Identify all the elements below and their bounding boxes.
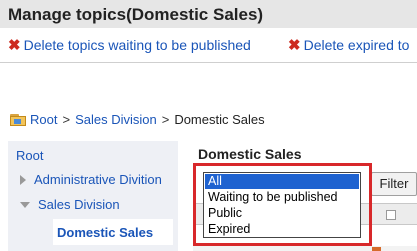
expand-arrow-icon[interactable] <box>20 174 26 185</box>
breadcrumb-separator: > <box>161 112 170 127</box>
tree-item-label: Sales Division <box>38 197 120 212</box>
tree-item-label: Root <box>16 148 44 163</box>
collapse-arrow-icon[interactable] <box>20 201 30 208</box>
breadcrumb-root-link[interactable]: Root <box>30 112 57 127</box>
checkbox-icon[interactable] <box>386 210 396 220</box>
breadcrumb-separator: > <box>62 112 71 127</box>
breadcrumb-current: Domestic Sales <box>174 112 265 127</box>
highlight-annotation <box>193 163 372 246</box>
delete-waiting-topics-link[interactable]: ✖ Delete topics waiting to be published <box>8 36 251 54</box>
close-icon: ✖ <box>8 37 21 54</box>
breadcrumb: Root > Sales Division > Domestic Sales <box>10 112 265 127</box>
tree-item-sales-division[interactable]: Sales Division <box>20 197 120 212</box>
delete-expired-topics-label: Delete expired to <box>303 37 410 53</box>
table-row <box>193 246 417 251</box>
delete-expired-topics-link[interactable]: ✖ Delete expired to <box>288 36 409 54</box>
category-title: Domestic Sales <box>198 146 302 162</box>
tree-item-label: Domestic Sales <box>57 224 154 240</box>
category-tree: Root Administrative Divition Sales Divis… <box>8 141 178 251</box>
divider <box>0 62 417 63</box>
filter-button[interactable]: Filter <box>371 172 417 196</box>
page-title: Manage topics(Domestic Sales) <box>8 5 264 24</box>
breadcrumb-sales-division-link[interactable]: Sales Division <box>75 112 157 127</box>
topic-icon <box>372 247 381 251</box>
close-icon: ✖ <box>288 37 301 54</box>
folder-icon <box>10 113 27 126</box>
tree-item-label: Administrative Divition <box>34 172 162 187</box>
tree-item-domestic-sales[interactable]: Domestic Sales <box>53 219 173 245</box>
delete-waiting-topics-label: Delete topics waiting to be published <box>23 37 251 53</box>
tree-item-administrative-divition[interactable]: Administrative Divition <box>20 172 162 187</box>
title-bar: Manage topics(Domestic Sales) <box>0 0 417 28</box>
tree-item-root[interactable]: Root <box>16 148 43 163</box>
